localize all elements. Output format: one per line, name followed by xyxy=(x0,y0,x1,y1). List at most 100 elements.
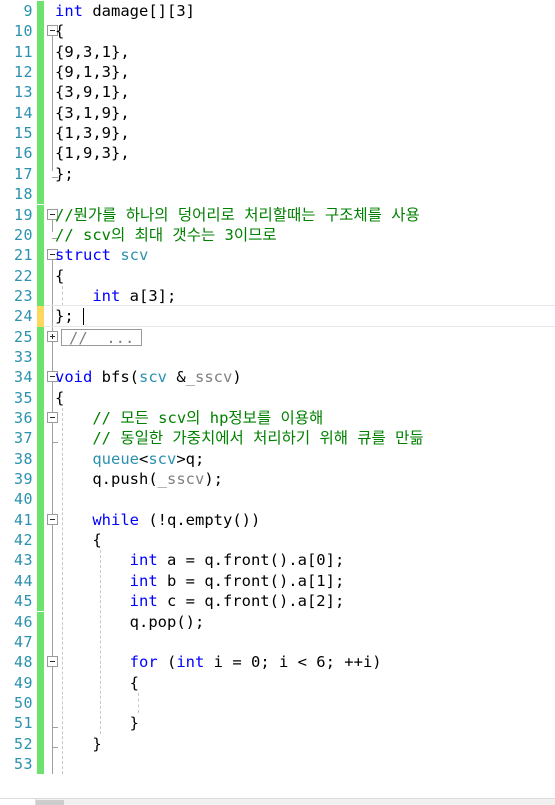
code-line[interactable]: 15 {1,3,9}, xyxy=(0,123,555,144)
code-line[interactable]: 11 {9,3,1}, xyxy=(0,41,555,63)
code-line[interactable]: 20 // scv의 최대 갯수는 3이므로 xyxy=(0,224,555,246)
code-line[interactable]: 47 xyxy=(0,631,555,653)
code-text[interactable]: { xyxy=(55,673,139,693)
code-line[interactable]: 44 int b = q.front().a[1]; xyxy=(0,570,555,592)
code-line[interactable]: 39 q.push(_sscv); xyxy=(0,469,555,490)
code-token: int xyxy=(129,592,158,611)
code-text[interactable]: //뭔가를 하나의 덩어리로 처리할때는 구조체를 사용 xyxy=(55,205,420,225)
code-text[interactable]: for (int i = 0; i < 6; ++i) xyxy=(55,652,382,672)
code-text[interactable]: int damage[][3] xyxy=(55,1,195,21)
code-text[interactable]: }; xyxy=(55,164,74,184)
code-token: c = q.front().a[2]; xyxy=(157,592,345,611)
code-text[interactable]: { xyxy=(55,388,64,408)
line-number: 16 xyxy=(13,144,33,163)
code-token: b = q.front().a[1]; xyxy=(157,571,345,590)
code-line[interactable]: 50 xyxy=(0,692,555,714)
code-text[interactable]: } xyxy=(55,713,139,733)
change-marker-saved xyxy=(37,408,44,429)
code-line[interactable]: 25 // ... xyxy=(0,326,555,347)
line-number: 24 xyxy=(13,307,33,326)
expand-region-icon[interactable] xyxy=(47,330,58,342)
change-marker-saved xyxy=(37,509,44,531)
code-line[interactable]: 21 struct scv xyxy=(0,245,555,266)
code-line[interactable]: 37 // 동일한 가중치에서 처리하기 위해 큐를 만듦 xyxy=(0,428,555,449)
code-line[interactable]: 9 int damage[][3] xyxy=(0,1,555,22)
code-line[interactable]: 13 {3,9,1}, xyxy=(0,82,555,103)
code-line[interactable]: 42 { xyxy=(0,530,555,551)
collapsed-region-box[interactable]: // ... xyxy=(61,328,143,346)
code-line[interactable]: 52 } xyxy=(0,733,555,754)
code-text[interactable]: {3,1,9}, xyxy=(55,103,130,123)
code-line[interactable]: 12 {9,1,3}, xyxy=(0,62,555,83)
code-text[interactable]: { xyxy=(55,21,64,41)
change-marker-saved xyxy=(37,102,44,124)
code-line[interactable]: 17}; xyxy=(0,163,555,185)
code-text[interactable]: {3,9,1}, xyxy=(55,82,130,102)
code-token: }; xyxy=(55,164,74,183)
code-text[interactable]: {9,1,3}, xyxy=(55,62,130,82)
code-line[interactable]: 34 void bfs(scv &_sscv) xyxy=(0,367,555,388)
code-text[interactable]: { xyxy=(55,266,64,286)
line-number: 25 xyxy=(13,327,33,346)
line-number: 21 xyxy=(13,246,33,265)
code-line[interactable]: 49 { xyxy=(0,672,555,693)
line-number: 19 xyxy=(13,205,33,224)
scrollbar-thumb[interactable] xyxy=(36,800,64,805)
code-line[interactable]: 48 for (int i = 0; i < 6; ++i) xyxy=(0,652,555,673)
code-line[interactable]: 38 queue<scv>q; xyxy=(0,448,555,470)
code-token: a[3]; xyxy=(120,286,177,305)
code-line[interactable]: 14 {3,1,9}, xyxy=(0,102,555,124)
code-line[interactable]: 45 int c = q.front().a[2]; xyxy=(0,591,555,612)
code-text[interactable]: q.push(_sscv); xyxy=(55,469,223,489)
code-text[interactable]: struct scv xyxy=(55,245,148,265)
code-text[interactable]: // scv의 최대 갯수는 3이므로 xyxy=(55,225,277,245)
code-line[interactable]: 41 while (!q.empty()) xyxy=(0,509,555,531)
code-text[interactable]: {9,3,1}, xyxy=(55,42,130,62)
code-line[interactable]: 18 xyxy=(0,184,555,205)
code-text[interactable]: } xyxy=(55,734,101,754)
code-text[interactable]: // 모든 scv의 hp정보를 이용해 xyxy=(55,408,323,428)
horizontal-scrollbar[interactable] xyxy=(0,798,555,805)
code-line[interactable]: 23 int a[3]; xyxy=(0,285,555,307)
code-line[interactable]: 10 { xyxy=(0,21,555,42)
code-text[interactable]: int c = q.front().a[2]; xyxy=(55,591,345,611)
code-line[interactable]: 46 q.pop(); xyxy=(0,611,555,632)
code-line[interactable]: 33 xyxy=(0,346,555,368)
code-text[interactable]: int b = q.front().a[1]; xyxy=(55,571,345,591)
code-editor[interactable]: 9 int damage[][3] 10{11 {9,3,1}, 12 {9,1,3}, 1… xyxy=(0,0,555,805)
code-text[interactable]: }; xyxy=(55,306,74,326)
code-text[interactable]: queue<scv>q; xyxy=(55,449,204,469)
code-token: >q; xyxy=(176,449,205,468)
code-line[interactable]: 16 {1,9,3}, xyxy=(0,143,555,164)
code-text[interactable]: // 동일한 가중치에서 처리하기 위해 큐를 만듦 xyxy=(55,428,424,448)
code-line[interactable]: 22 { xyxy=(0,265,555,286)
code-text[interactable]: { xyxy=(55,530,101,550)
code-text[interactable]: int a[3]; xyxy=(55,286,176,306)
change-marker-saved xyxy=(37,591,44,612)
code-line[interactable]: 53 xyxy=(0,753,555,775)
code-line[interactable]: 51 } xyxy=(0,713,555,734)
code-line[interactable]: 24}; xyxy=(0,306,555,327)
code-line[interactable]: 19 //뭔가를 하나의 덩어리로 처리할때는 구조체를 사용 xyxy=(0,204,555,225)
code-text[interactable]: {1,3,9}, xyxy=(55,123,130,143)
change-marker-saved xyxy=(37,62,44,83)
code-text[interactable]: void bfs(scv &_sscv) xyxy=(55,367,242,387)
code-text[interactable]: {1,9,3}, xyxy=(55,143,130,163)
change-marker-saved xyxy=(37,21,44,42)
code-text[interactable]: q.pop(); xyxy=(55,612,205,632)
code-line[interactable]: 35 { xyxy=(0,387,555,408)
code-token: {3,9,1}, xyxy=(55,83,130,102)
change-marker-saved xyxy=(37,448,44,470)
code-token: queue xyxy=(92,449,139,468)
line-number: 45 xyxy=(13,592,33,611)
code-line[interactable]: 43 int a = q.front().a[0]; xyxy=(0,550,555,571)
code-text[interactable]: int a = q.front().a[0]; xyxy=(55,550,345,570)
change-marker-saved xyxy=(37,41,44,63)
code-token: // 동일한 가중치에서 처리하기 위해 큐를 만듦 xyxy=(92,429,424,448)
line-number: 43 xyxy=(13,551,33,570)
code-line[interactable]: 40 xyxy=(0,489,555,510)
code-line[interactable]: 36 // 모든 scv의 hp정보를 이용해 xyxy=(0,408,555,429)
code-text[interactable]: while (!q.empty()) xyxy=(55,510,260,530)
